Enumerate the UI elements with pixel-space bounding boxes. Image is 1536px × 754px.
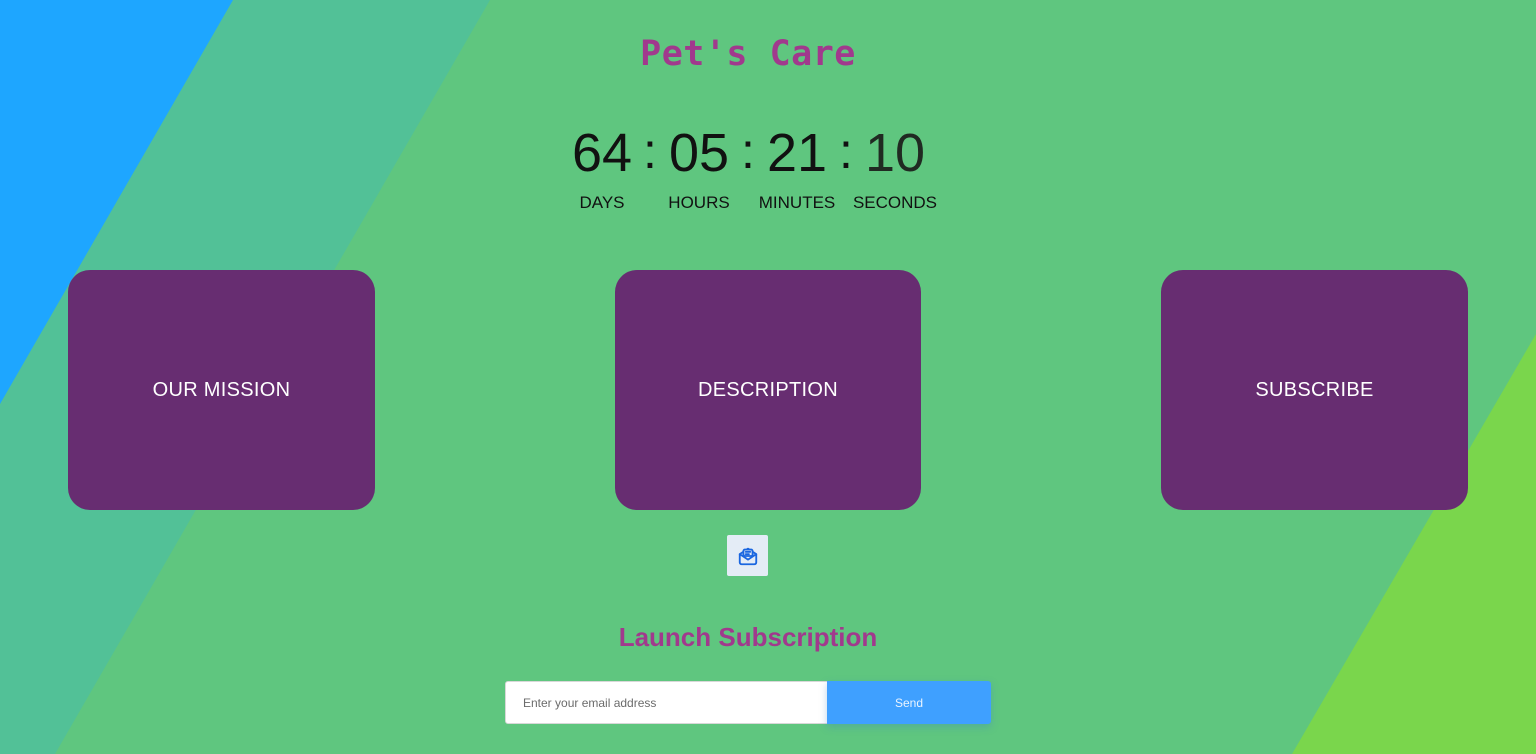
mail-open-icon	[738, 547, 757, 565]
card-subscribe[interactable]: SUBSCRIBE	[1161, 270, 1468, 510]
send-button[interactable]: Send	[827, 681, 991, 724]
card-description[interactable]: DESCRIPTION	[615, 270, 921, 510]
subscription-title: Launch Subscription	[618, 622, 878, 652]
hours-label: HOURS	[668, 193, 730, 212]
page-title: Pet's Care	[640, 34, 856, 74]
seconds-value: 10	[864, 123, 926, 183]
countdown-minutes: 21 MINUTES	[747, 120, 847, 220]
page-content: Pet's Care 64 DAYS : 05 HOURS : 21 MINUT…	[0, 0, 1536, 754]
card-our-mission[interactable]: OUR MISSION	[68, 270, 375, 510]
hours-value: 05	[668, 123, 730, 183]
email-input[interactable]	[505, 681, 828, 724]
countdown-hours: 05 HOURS	[649, 120, 749, 220]
card-label: OUR MISSION	[152, 378, 291, 401]
seconds-label: SECONDS	[852, 193, 938, 212]
days-value: 64	[571, 123, 633, 183]
minutes-label: MINUTES	[758, 193, 836, 212]
mail-icon-button[interactable]	[727, 535, 768, 576]
card-label: DESCRIPTION	[698, 378, 838, 401]
countdown-seconds: 10 SECONDS	[845, 120, 945, 220]
card-label: SUBSCRIBE	[1255, 378, 1374, 401]
minutes-value: 21	[766, 123, 828, 183]
days-label: DAYS	[579, 193, 625, 212]
countdown-days: 64 DAYS	[552, 120, 652, 220]
countdown-timer: 64 DAYS : 05 HOURS : 21 MINUTES : 10 SEC…	[552, 120, 952, 220]
